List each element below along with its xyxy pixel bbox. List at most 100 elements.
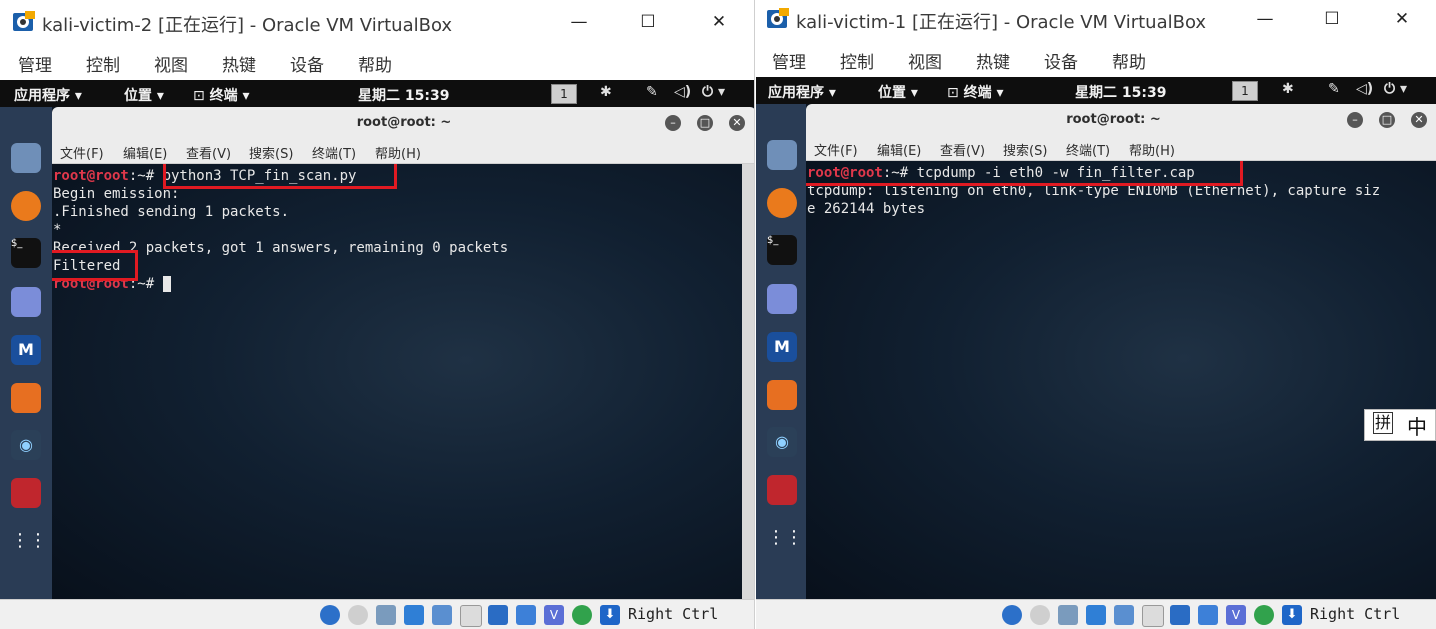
terminal-menu-edit[interactable]: 编辑(E) bbox=[123, 143, 167, 162]
menu-control[interactable]: 控制 bbox=[840, 48, 874, 73]
menu-help[interactable]: 帮助 bbox=[1112, 48, 1146, 73]
terminal-menu-help[interactable]: 帮助(H) bbox=[375, 143, 421, 162]
terminal-menu-view[interactable]: 查看(V) bbox=[940, 140, 985, 159]
shared-folders-icon[interactable] bbox=[1142, 605, 1164, 627]
places-menu[interactable]: 位置 ▾ bbox=[878, 82, 918, 102]
metasploit-icon[interactable]: M bbox=[767, 332, 797, 362]
usb-icon[interactable] bbox=[1114, 605, 1134, 625]
terminal-menu-file[interactable]: 文件(F) bbox=[814, 140, 858, 159]
terminal-menu-help[interactable]: 帮助(H) bbox=[1129, 140, 1175, 159]
terminal-menu-search[interactable]: 搜索(S) bbox=[249, 143, 293, 162]
terminal-titlebar[interactable]: root@root: ~ – □ ✕ bbox=[806, 104, 1436, 136]
video-icon[interactable]: ✱ bbox=[1282, 81, 1294, 97]
menu-hotkey[interactable]: 热键 bbox=[976, 48, 1010, 73]
virtualization-icon[interactable]: V bbox=[1226, 605, 1246, 625]
menu-hotkey[interactable]: 热键 bbox=[222, 51, 256, 76]
terminal-minimize-button[interactable]: – bbox=[1347, 112, 1363, 128]
hard-disk-icon[interactable] bbox=[320, 605, 340, 625]
terminal-screen[interactable]: root@root:~# python3 TCP_fin_scan.py Beg… bbox=[52, 164, 742, 600]
menu-manage[interactable]: 管理 bbox=[18, 51, 52, 76]
keyboard-capture-icon[interactable]: ⬇ bbox=[1282, 605, 1302, 625]
window-titlebar[interactable]: kali-victim-2 [正在运行] - Oracle VM Virtual… bbox=[0, 0, 754, 44]
display-icon[interactable] bbox=[1170, 605, 1190, 625]
menu-devices[interactable]: 设备 bbox=[290, 51, 324, 76]
network-icon[interactable] bbox=[404, 605, 424, 625]
firefox-icon[interactable] bbox=[11, 191, 41, 221]
burpsuite-icon[interactable] bbox=[767, 380, 797, 410]
close-button[interactable]: ✕ bbox=[1379, 3, 1425, 35]
maximize-button[interactable]: ☐ bbox=[1309, 3, 1355, 35]
show-apps-icon[interactable]: ⋮⋮ bbox=[11, 526, 47, 556]
applications-menu[interactable]: 应用程序 ▾ bbox=[14, 85, 82, 105]
guest-screen[interactable]: 应用程序 ▾ 位置 ▾ ⊡ 终端 ▾ 星期二 15:39 1 ✱ ✎ ◁) ⏻ … bbox=[0, 80, 754, 629]
places-menu[interactable]: 位置 ▾ bbox=[124, 85, 164, 105]
terminal-maximize-button[interactable]: □ bbox=[697, 115, 713, 131]
cherrytree-icon[interactable] bbox=[11, 478, 41, 508]
terminal-menu-terminal[interactable]: 终端(T) bbox=[1066, 140, 1110, 159]
terminal-window[interactable]: root@root: ~ – □ ✕ 文件(F) 编辑(E) 查看(V) 搜索(… bbox=[52, 107, 754, 600]
workspace-indicator[interactable]: 1 bbox=[551, 84, 577, 104]
virtualization-icon[interactable]: V bbox=[544, 605, 564, 625]
window-titlebar[interactable]: kali-victim-1 [正在运行] - Oracle VM Virtual… bbox=[756, 0, 1436, 41]
optical-drive-icon[interactable] bbox=[1030, 605, 1050, 625]
eye-icon[interactable]: ◉ bbox=[11, 430, 41, 460]
terminal-icon[interactable]: $_ bbox=[767, 235, 797, 265]
mouse-integration-icon[interactable] bbox=[572, 605, 592, 625]
terminal-close-button[interactable]: ✕ bbox=[1411, 112, 1427, 128]
optical-drive-icon[interactable] bbox=[348, 605, 368, 625]
video-icon[interactable]: ✱ bbox=[600, 84, 612, 100]
terminal-app-menu[interactable]: ⊡ 终端 ▾ bbox=[947, 82, 1004, 102]
power-icon[interactable]: ⏻ ▾ bbox=[702, 84, 725, 100]
files-icon[interactable] bbox=[11, 143, 41, 173]
guest-screen[interactable]: 应用程序 ▾ 位置 ▾ ⊡ 终端 ▾ 星期二 15:39 1 ✱ ✎ ◁) ⏻ … bbox=[756, 77, 1436, 629]
audio-icon[interactable] bbox=[376, 605, 396, 625]
cherrytree-icon[interactable] bbox=[767, 475, 797, 505]
volume-icon[interactable]: ◁) bbox=[674, 84, 691, 100]
keyboard-capture-icon[interactable]: ⬇ bbox=[600, 605, 620, 625]
terminal-menu-terminal[interactable]: 终端(T) bbox=[312, 143, 356, 162]
terminal-app-menu[interactable]: ⊡ 终端 ▾ bbox=[193, 85, 250, 105]
metasploit-icon[interactable]: M bbox=[11, 335, 41, 365]
clock[interactable]: 星期二 15:39 bbox=[358, 85, 449, 105]
applications-menu[interactable]: 应用程序 ▾ bbox=[768, 82, 836, 102]
terminal-icon[interactable]: $_ bbox=[11, 238, 41, 268]
minimize-button[interactable]: — bbox=[1242, 3, 1288, 35]
recording-icon[interactable] bbox=[516, 605, 536, 625]
chinese-mode-label[interactable]: 中 bbox=[1407, 411, 1427, 440]
volume-icon[interactable]: ◁) bbox=[1356, 81, 1373, 97]
menu-view[interactable]: 视图 bbox=[154, 51, 188, 76]
minimize-button[interactable]: — bbox=[556, 6, 602, 38]
menu-devices[interactable]: 设备 bbox=[1044, 48, 1078, 73]
terminal-menu-view[interactable]: 查看(V) bbox=[186, 143, 231, 162]
terminal-scrollbar[interactable] bbox=[742, 164, 754, 600]
ime-indicator[interactable]: 拼 中 bbox=[1364, 409, 1436, 441]
menu-view[interactable]: 视图 bbox=[908, 48, 942, 73]
notes-icon[interactable] bbox=[767, 284, 797, 314]
recording-icon[interactable] bbox=[1198, 605, 1218, 625]
shared-folders-icon[interactable] bbox=[460, 605, 482, 627]
pen-icon[interactable]: ✎ bbox=[1328, 81, 1340, 97]
display-icon[interactable] bbox=[488, 605, 508, 625]
menu-manage[interactable]: 管理 bbox=[772, 48, 806, 73]
workspace-indicator[interactable]: 1 bbox=[1232, 81, 1258, 101]
terminal-menu-search[interactable]: 搜索(S) bbox=[1003, 140, 1047, 159]
clock[interactable]: 星期二 15:39 bbox=[1075, 82, 1166, 102]
power-icon[interactable]: ⏻ ▾ bbox=[1384, 81, 1407, 97]
usb-icon[interactable] bbox=[432, 605, 452, 625]
terminal-close-button[interactable]: ✕ bbox=[729, 115, 745, 131]
terminal-screen[interactable]: root@root:~# tcpdump -i eth0 -w fin_filt… bbox=[806, 161, 1436, 600]
pinyin-mode-icon[interactable]: 拼 bbox=[1373, 412, 1394, 434]
network-icon[interactable] bbox=[1086, 605, 1106, 625]
hard-disk-icon[interactable] bbox=[1002, 605, 1022, 625]
files-icon[interactable] bbox=[767, 140, 797, 170]
terminal-menu-file[interactable]: 文件(F) bbox=[60, 143, 104, 162]
notes-icon[interactable] bbox=[11, 287, 41, 317]
mouse-integration-icon[interactable] bbox=[1254, 605, 1274, 625]
menu-help[interactable]: 帮助 bbox=[358, 51, 392, 76]
show-apps-icon[interactable]: ⋮⋮ bbox=[767, 523, 803, 553]
firefox-icon[interactable] bbox=[767, 188, 797, 218]
close-button[interactable]: ✕ bbox=[696, 6, 742, 38]
terminal-titlebar[interactable]: root@root: ~ – □ ✕ bbox=[52, 107, 754, 139]
menu-control[interactable]: 控制 bbox=[86, 51, 120, 76]
terminal-menu-edit[interactable]: 编辑(E) bbox=[877, 140, 921, 159]
